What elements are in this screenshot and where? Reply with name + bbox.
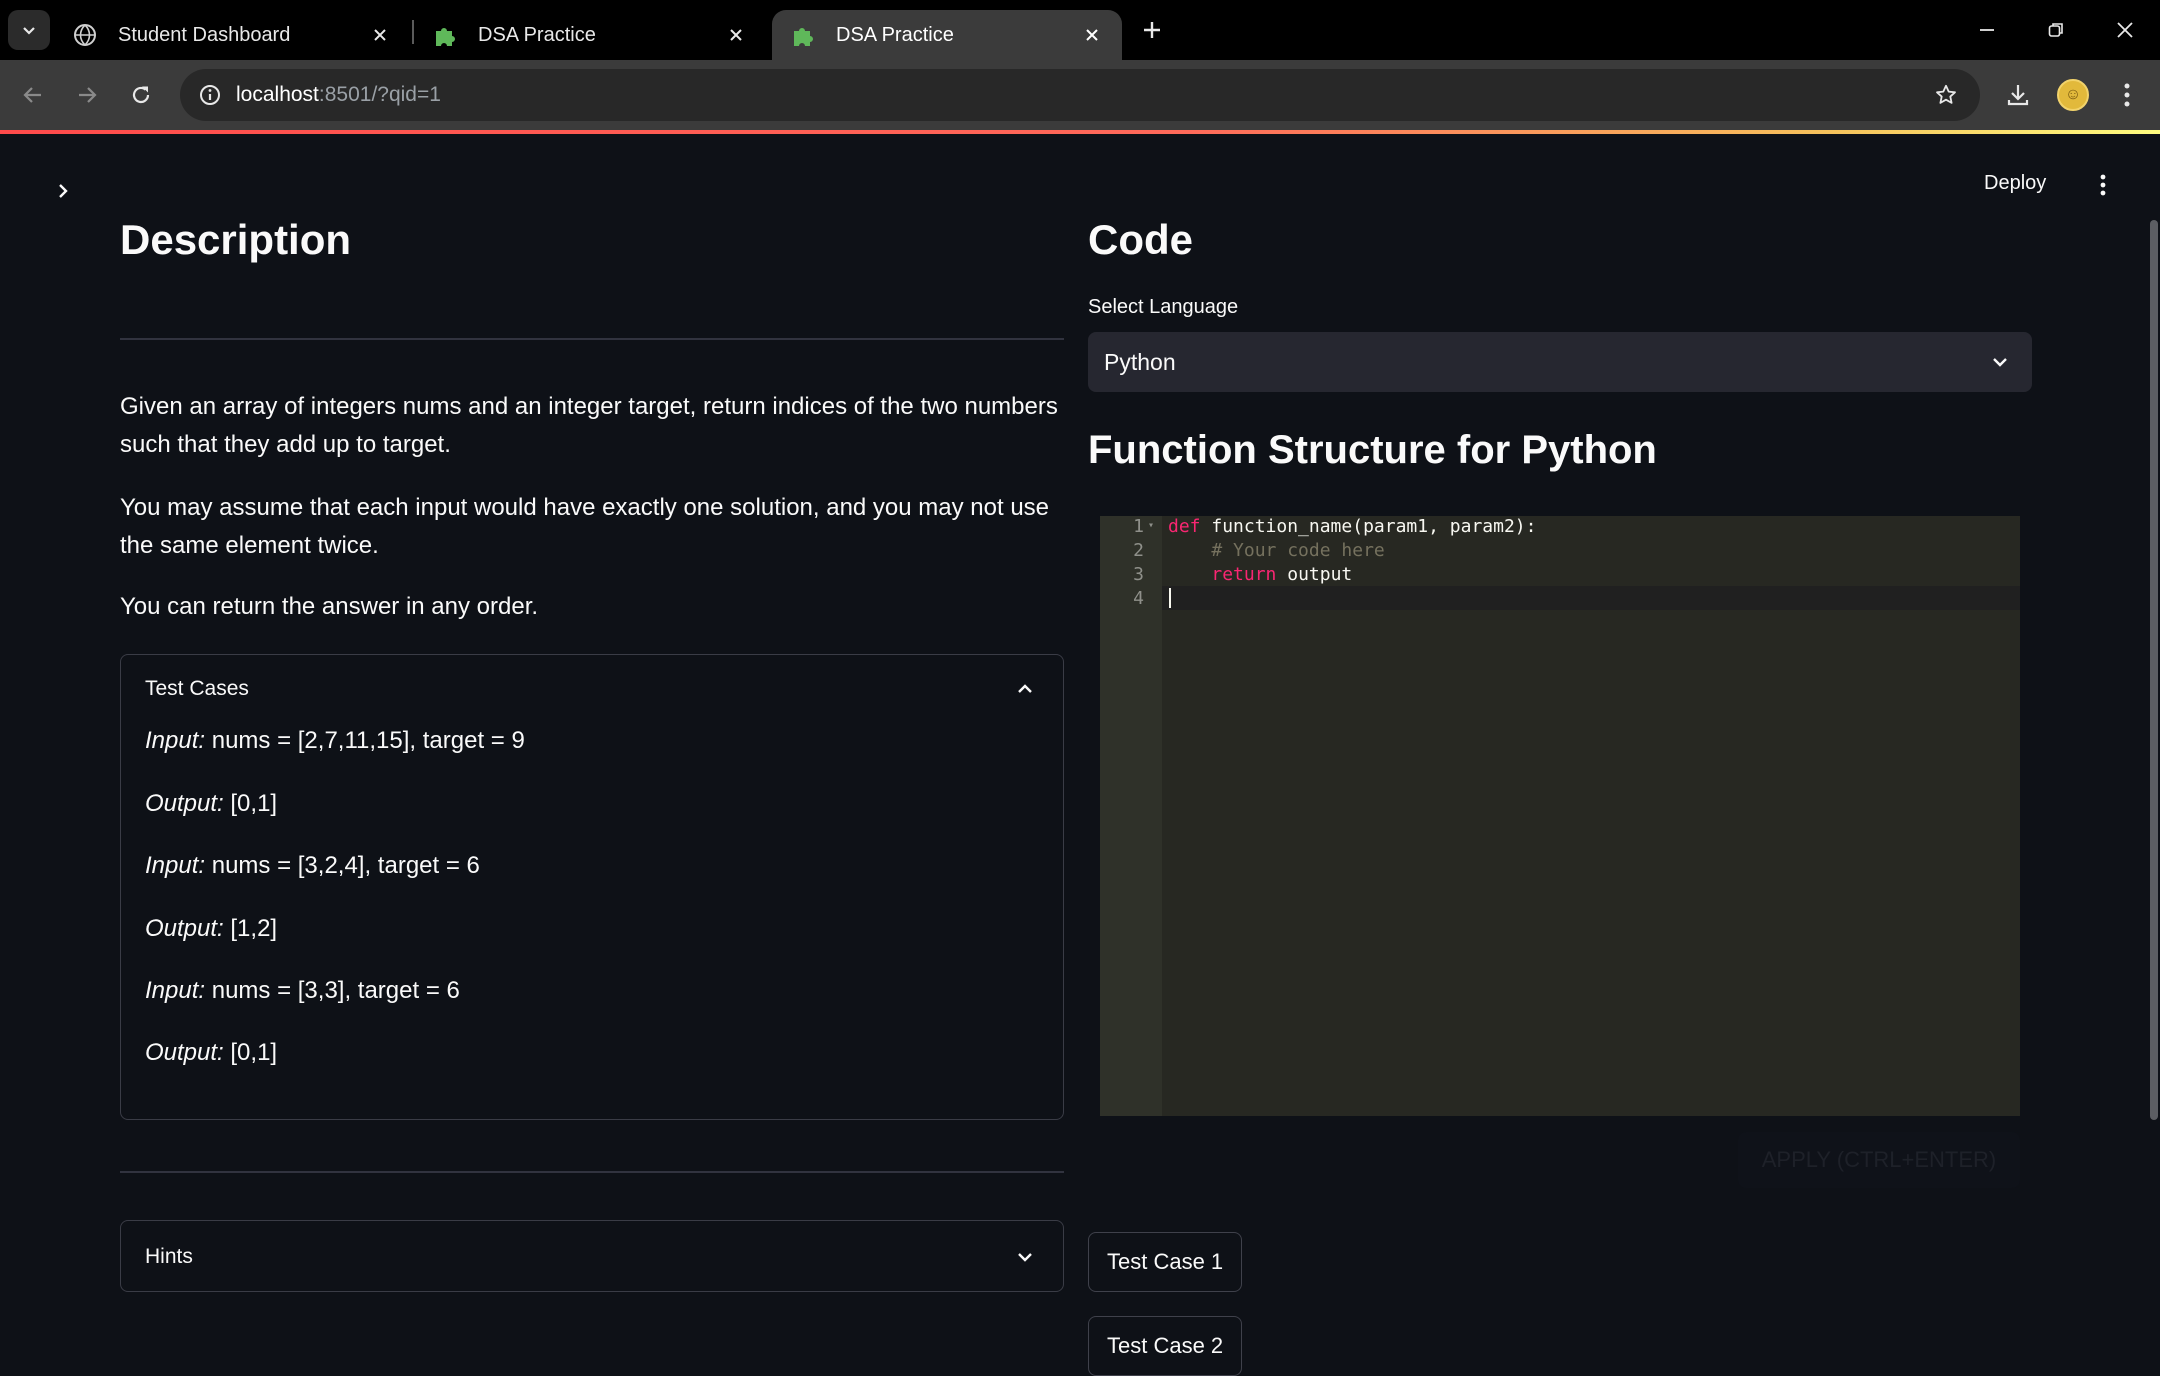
function-structure-heading: Function Structure for Python [1088,428,1657,472]
tab-title: Student Dashboard [118,23,291,46]
restore-icon [2048,23,2063,37]
code-line: return output [1211,564,1353,585]
test-case-output: Output: [0,1] [145,1039,278,1066]
test-case-input: Input: nums = [2,7,11,15], target = 9 [145,727,525,754]
url-host: localhost [236,83,319,106]
avatar: ☺ [2057,79,2089,111]
deploy-button[interactable]: Deploy [1984,172,2046,195]
plus-icon [1144,22,1160,38]
tab-dsa-practice-active[interactable]: DSA Practice [772,10,1122,60]
reload-button[interactable] [118,72,164,118]
chevron-up-icon[interactable] [1011,675,1039,703]
test-case-2-button[interactable]: Test Case 2 [1088,1316,1243,1376]
puzzle-icon [790,22,816,48]
active-line-highlight [1162,586,2020,610]
test-case-input: Input: nums = [3,2,4], target = 6 [145,852,480,879]
line-number: 2 [1133,540,1144,561]
bookmark-star-icon[interactable] [1928,77,1964,113]
line-number: 4 [1133,588,1144,609]
chevron-down-icon [23,27,35,35]
divider [120,338,1064,340]
language-select-label: Select Language [1088,296,1239,318]
reload-icon [132,86,150,104]
site-info-icon[interactable] [192,77,228,113]
test-case-output: Output: [0,1] [145,790,278,817]
more-vertical-icon [2100,174,2106,196]
profile-button[interactable]: ☺ [2050,72,2096,118]
divider [120,1171,1064,1173]
tab-title: DSA Practice [836,23,954,46]
restore-button[interactable] [2032,10,2080,50]
url-path: :8501/?qid=1 [318,83,441,106]
test-case-1-button[interactable]: Test Case 1 [1088,1232,1243,1292]
downloads-button[interactable] [1995,72,2041,118]
code-line: def function_name(param1, param2): [1168,516,1537,537]
hints-expander-header[interactable]: Hints [145,1245,193,1269]
sidebar-expand-button[interactable] [46,174,80,208]
tab-student-dashboard[interactable]: Student Dashboard [54,10,410,60]
hints-expander[interactable]: Hints [120,1220,1064,1292]
code-heading: Code [1088,216,1193,263]
puzzle-icon [432,22,458,48]
browser-toolbar: localhost:8501/?qid=1 ☺ [0,60,2160,130]
browser-menu-button[interactable] [2104,72,2150,118]
new-tab-button[interactable] [1136,14,1168,46]
problem-constraint: You may assume that each input would hav… [120,494,1050,559]
test-case-output: Output: [1,2] [145,915,278,942]
url-text[interactable]: localhost:8501/?qid=1 [236,83,441,107]
arrow-right-icon [79,87,97,103]
app-menu-button[interactable] [2086,168,2120,202]
close-icon [2117,22,2133,38]
line-number: 3 [1133,564,1144,585]
fold-arrow-icon[interactable]: ▾ [1148,520,1158,531]
globe-icon [72,22,98,48]
problem-statement: Given an array of integers nums and an i… [120,393,1058,458]
more-vertical-icon [2124,83,2130,107]
test-cases-expander-header[interactable]: Test Cases [145,677,249,701]
chevron-right-icon [59,184,68,198]
arrow-left-icon [23,87,41,103]
text-cursor [1169,588,1171,608]
tab-dsa-practice[interactable]: DSA Practice [414,10,766,60]
language-select-value: Python [1104,349,1176,375]
page-scrollbar[interactable] [2150,220,2158,1120]
minimize-icon [1980,29,1994,31]
close-icon[interactable] [724,23,748,47]
editor-gutter: 1 ▾ 2 3 4 [1100,516,1162,1116]
close-icon[interactable] [1080,23,1104,47]
line-number: 1 [1133,516,1144,537]
address-bar[interactable]: localhost:8501/?qid=1 [180,69,1980,121]
code-line: # Your code here [1168,540,1385,561]
code-editor[interactable]: 1 ▾ 2 3 4 def function_name(param1, para… [1100,516,2020,1116]
app-main: Deploy Description Given an array of int… [0,134,2160,1376]
test-case-input: Input: nums = [3,3], target = 6 [145,977,460,1004]
apply-button[interactable]: APPLY (CTRL+ENTER) [1738,1132,2020,1188]
test-cases-expander: Test Cases Input: nums = [2,7,11,15], ta… [120,654,1064,1120]
download-icon [2007,85,2029,106]
chevron-down-icon[interactable] [1011,1243,1039,1271]
close-icon[interactable] [368,23,392,47]
tab-search-button[interactable] [8,10,50,50]
tab-title: DSA Practice [478,23,596,46]
description-heading: Description [120,216,352,263]
forward-button[interactable] [64,72,110,118]
chevron-down-icon [1986,348,2014,376]
window-close-button[interactable] [2101,10,2149,50]
minimize-button[interactable] [1963,10,2011,50]
language-select[interactable]: Python [1088,332,2032,392]
back-button[interactable] [10,72,56,118]
browser-tab-strip: Student Dashboard DSA Practice DSA Pract… [0,0,2160,60]
problem-note: You can return the answer in any order. [120,593,539,620]
